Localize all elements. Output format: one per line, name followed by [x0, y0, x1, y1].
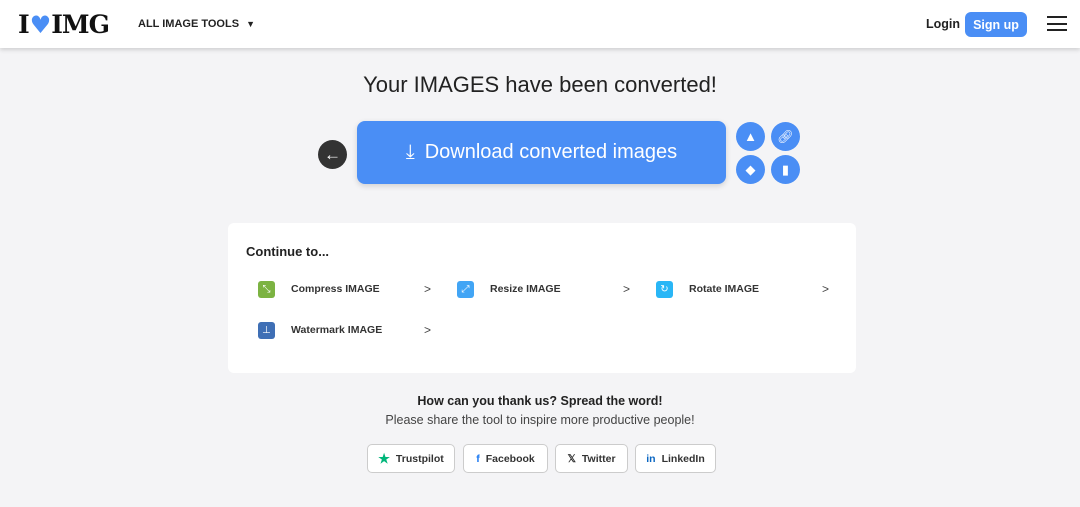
- button-label: Twitter: [581, 452, 616, 465]
- continue-rotate[interactable]: ↻ Rotate IMAGE >: [644, 274, 829, 304]
- logo-text-right: IMG: [51, 10, 110, 39]
- share-heading: How can you thank us? Spread the word!: [417, 394, 663, 408]
- back-arrow-button[interactable]: ←: [318, 140, 347, 169]
- login-link[interactable]: Login: [926, 17, 960, 31]
- heart-icon: ♥: [29, 10, 51, 39]
- continue-resize[interactable]: ⤢ Resize IMAGE >: [445, 274, 630, 304]
- share-subtext: Please share the tool to inspire more pr…: [385, 413, 695, 427]
- compress-icon: ⤡: [258, 280, 275, 298]
- download-label: Download converted images: [424, 141, 678, 163]
- button-label: Facebook: [485, 452, 535, 465]
- x-icon: 𝕏: [567, 452, 576, 465]
- arrow-left-icon: ←: [324, 144, 341, 164]
- item-label: Resize IMAGE: [490, 283, 561, 295]
- watermark-icon: ⊥: [258, 321, 275, 339]
- download-icon: ⤓: [405, 141, 415, 163]
- google-drive-button[interactable]: ▲: [736, 122, 765, 151]
- continue-compress[interactable]: ⤡ Compress IMAGE >: [246, 274, 431, 304]
- link-icon: 🔗︎: [777, 128, 794, 144]
- continue-heading: Continue to...: [246, 244, 330, 259]
- chevron-right-icon: >: [622, 282, 630, 296]
- twitter-button[interactable]: 𝕏 Twitter: [555, 444, 628, 473]
- star-icon: ★: [378, 450, 390, 466]
- rotate-icon: ↻: [656, 280, 673, 298]
- download-button[interactable]: ⤓ Download converted images: [357, 121, 726, 184]
- button-label: LinkedIn: [661, 452, 705, 465]
- linkedin-icon: in: [646, 452, 656, 465]
- all-tools-label: ALL IMAGE TOOLS: [138, 18, 240, 30]
- facebook-icon: f: [476, 452, 480, 465]
- trash-icon: ▮: [781, 161, 790, 177]
- caret-down-icon: ▼: [246, 19, 256, 29]
- delete-button[interactable]: ▮: [771, 155, 800, 184]
- all-image-tools-menu[interactable]: ALL IMAGE TOOLS ▼: [138, 18, 255, 30]
- dropbox-button[interactable]: ◆: [736, 155, 765, 184]
- share-link-button[interactable]: 🔗︎: [771, 122, 800, 151]
- logo[interactable]: I ♥ IMG: [18, 10, 110, 39]
- item-label: Compress IMAGE: [291, 283, 380, 295]
- signup-button[interactable]: Sign up: [965, 12, 1027, 37]
- continue-card: Continue to... ⤡ Compress IMAGE > ⤢ Resize …: [228, 223, 856, 373]
- dropbox-icon: ◆: [745, 161, 756, 177]
- chevron-right-icon: >: [423, 282, 431, 296]
- facebook-button[interactable]: f Facebook: [463, 444, 548, 473]
- hamburger-menu-icon[interactable]: [1047, 16, 1067, 31]
- header: I ♥ IMG ALL IMAGE TOOLS ▼ Login Sign up: [0, 0, 1080, 48]
- resize-icon: ⤢: [457, 280, 474, 298]
- logo-text-left: I: [18, 10, 30, 39]
- continue-watermark[interactable]: ⊥ Watermark IMAGE >: [246, 315, 431, 345]
- linkedin-button[interactable]: in LinkedIn: [635, 444, 716, 473]
- item-label: Watermark IMAGE: [291, 324, 383, 336]
- google-drive-icon: ▲: [744, 129, 757, 144]
- trustpilot-button[interactable]: ★ Trustpilot: [367, 444, 455, 473]
- page-title: Your IMAGES have been converted!: [363, 72, 717, 97]
- chevron-right-icon: >: [423, 323, 431, 337]
- chevron-right-icon: >: [821, 282, 829, 296]
- button-label: Trustpilot: [395, 452, 444, 465]
- item-label: Rotate IMAGE: [689, 283, 760, 295]
